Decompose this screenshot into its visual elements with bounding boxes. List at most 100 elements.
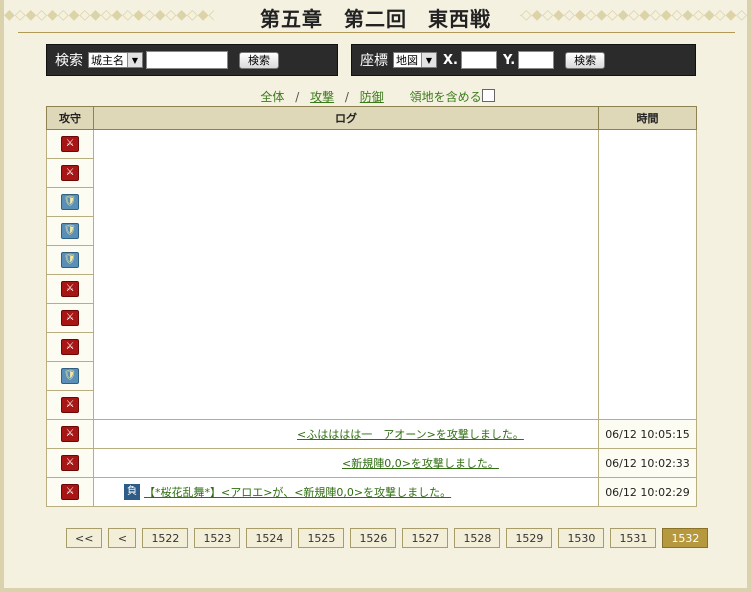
filter-separator: / xyxy=(295,90,300,104)
search-input[interactable] xyxy=(146,51,228,69)
search-label: 検索 xyxy=(55,53,83,69)
table-row: ⚔ <ふはははは一 アオーン>を攻撃しました。 06/12 10:05:15 xyxy=(46,419,697,449)
log-message-link[interactable]: <ふはははは一 アオーン>を攻撃しました。 xyxy=(297,426,524,442)
log-time-cell xyxy=(598,216,697,246)
page-button-1530[interactable]: 1530 xyxy=(558,528,605,548)
attack-icon: ⚔ xyxy=(61,165,79,181)
log-message-cell xyxy=(93,332,599,362)
filter-separator: / xyxy=(344,90,349,104)
redacted-block xyxy=(94,450,342,476)
defense-icon: 🛡 xyxy=(61,252,79,268)
first-page-button[interactable]: << xyxy=(66,528,103,548)
log-message-cell: <ふはははは一 アオーン>を攻撃しました。 xyxy=(93,419,599,449)
type-cell: ⚔ xyxy=(46,129,94,159)
redacted-block xyxy=(94,421,297,447)
include-territory-label: 領地を含める xyxy=(409,90,482,104)
attack-icon: ⚔ xyxy=(61,339,79,355)
map-select[interactable]: 地図 ▼ xyxy=(393,52,437,68)
page-button-1525[interactable]: 1525 xyxy=(298,528,345,548)
include-territory-checkbox[interactable] xyxy=(481,89,495,102)
defense-icon: 🛡 xyxy=(61,368,79,384)
attack-icon: ⚔ xyxy=(61,281,79,297)
log-time-cell xyxy=(598,245,697,275)
page-button-1523[interactable]: 1523 xyxy=(194,528,241,548)
page-button-1529[interactable]: 1529 xyxy=(506,528,553,548)
log-time-cell: 06/12 10:02:33 xyxy=(598,448,697,478)
coordinate-panel: 座標 地図 ▼ X. Y. 検索 xyxy=(351,44,696,76)
x-label: X. xyxy=(443,52,458,68)
y-label: Y. xyxy=(502,52,516,68)
log-message-cell xyxy=(93,303,599,333)
column-header-type: 攻守 xyxy=(46,106,94,130)
log-table-body: ⚔ ⚔ 🛡 🛡 🛡 ⚔ ⚔ ⚔ 🛡 ⚔ ⚔ <ふはははは一 アオーン>を攻撃しました。 06/12 10… xyxy=(46,129,697,507)
table-row: 🛡 xyxy=(46,187,697,217)
y-coordinate-input[interactable] xyxy=(518,51,555,69)
x-coordinate-input[interactable] xyxy=(460,51,497,69)
log-message-cell: 負【*桜花乱舞*】<アロエ>が、<新規陣0,0>を攻撃しました。 xyxy=(93,477,599,507)
log-message-cell xyxy=(93,361,599,391)
defense-icon: 🛡 xyxy=(61,194,79,210)
type-cell: ⚔ xyxy=(46,477,94,507)
log-message-link[interactable]: 【*桜花乱舞*】<アロエ>が、<新規陣0,0>を攻撃しました。 xyxy=(144,484,451,500)
search-button[interactable]: 検索 xyxy=(239,51,279,69)
log-message-cell xyxy=(93,129,599,159)
attack-icon: ⚔ xyxy=(61,455,79,471)
log-message-wrapper: 負【*桜花乱舞*】<アロエ>が、<新規陣0,0>を攻撃しました。 xyxy=(94,478,598,506)
column-header-log: ログ xyxy=(93,106,599,130)
page-button-1531[interactable]: 1531 xyxy=(610,528,657,548)
attack-icon: ⚔ xyxy=(61,397,79,413)
attack-icon: ⚔ xyxy=(61,426,79,442)
log-message-cell xyxy=(93,216,599,246)
previous-page-button[interactable]: < xyxy=(108,528,137,548)
filter-all-link[interactable]: 全体 xyxy=(260,90,284,104)
search-type-select[interactable]: 城主名 ▼ xyxy=(88,52,143,68)
type-cell: 🛡 xyxy=(46,245,94,275)
chevron-down-icon: ▼ xyxy=(127,53,142,67)
table-row: ⚔ 負【*桜花乱舞*】<アロエ>が、<新規陣0,0>を攻撃しました。 06/12 1… xyxy=(46,477,697,507)
page-button-1524[interactable]: 1524 xyxy=(246,528,293,548)
column-header-time: 時間 xyxy=(598,106,697,130)
log-time-cell xyxy=(598,187,697,217)
battle-log-table: 攻守 ログ 時間 ⚔ ⚔ 🛡 🛡 🛡 ⚔ ⚔ ⚔ 🛡 ⚔ ⚔ <ふはははは一 アオーン>を攻撃しました… xyxy=(46,106,697,507)
table-row: ⚔ xyxy=(46,129,697,159)
log-filter-bar: 全体 / 攻撃 / 防御 領地を含める xyxy=(0,88,751,105)
log-message-wrapper: <新規陣0,0>を攻撃しました。 xyxy=(94,449,598,477)
table-row: ⚔ xyxy=(46,390,697,420)
page-button-1532[interactable]: 1532 xyxy=(662,528,709,548)
page-button-1528[interactable]: 1528 xyxy=(454,528,501,548)
log-message-cell xyxy=(93,158,599,188)
page-button-1527[interactable]: 1527 xyxy=(402,528,449,548)
table-row: ⚔ xyxy=(46,158,697,188)
pagination: << < 1522 1523 1524 1525 1526 1527 1528 1529 153… xyxy=(66,528,709,548)
log-message-cell xyxy=(93,245,599,275)
log-time-cell xyxy=(598,332,697,362)
coordinate-label: 座標 xyxy=(360,53,388,69)
page-number-list: 1522 1523 1524 1525 1526 1527 1528 1529 1530 1531… xyxy=(142,528,709,548)
filter-defense-link[interactable]: 防御 xyxy=(360,90,384,104)
map-select-value: 地図 xyxy=(396,54,418,67)
filter-attack-link[interactable]: 攻撃 xyxy=(310,90,334,104)
log-message-link[interactable]: <新規陣0,0>を攻撃しました。 xyxy=(342,455,499,471)
type-cell: ⚔ xyxy=(46,332,94,362)
type-cell: ⚔ xyxy=(46,390,94,420)
type-cell: 🛡 xyxy=(46,361,94,391)
defense-icon: 🛡 xyxy=(61,223,79,239)
table-row: ⚔ xyxy=(46,303,697,333)
log-time-cell xyxy=(598,158,697,188)
page-title: 第五章 第二回 東西戦 xyxy=(260,7,491,31)
search-type-value: 城主名 xyxy=(91,54,124,67)
title-divider xyxy=(18,32,735,33)
table-row: ⚔ xyxy=(46,274,697,304)
log-time-cell xyxy=(598,129,697,159)
coordinate-search-button[interactable]: 検索 xyxy=(565,51,606,69)
type-cell: ⚔ xyxy=(46,274,94,304)
type-cell: ⚔ xyxy=(46,419,94,449)
table-header-row: 攻守 ログ 時間 xyxy=(46,106,697,130)
type-cell: 🛡 xyxy=(46,216,94,246)
table-row: 🛡 xyxy=(46,216,697,246)
table-row: 🛡 xyxy=(46,361,697,391)
attack-icon: ⚔ xyxy=(61,484,79,500)
log-message-cell xyxy=(93,187,599,217)
page-button-1526[interactable]: 1526 xyxy=(350,528,397,548)
page-button-1522[interactable]: 1522 xyxy=(142,528,189,548)
